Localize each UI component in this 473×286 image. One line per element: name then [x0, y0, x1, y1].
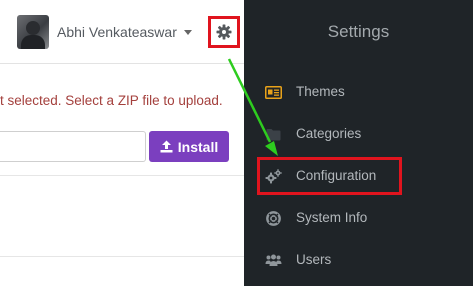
section-divider [0, 175, 244, 176]
settings-item-label: Categories [296, 126, 362, 141]
zip-file-input[interactable] [0, 131, 146, 162]
settings-panel: Settings Themes Categories Configuration… [244, 0, 473, 286]
user-avatar[interactable] [17, 15, 49, 49]
upload-icon [160, 140, 173, 153]
folder-icon [264, 126, 282, 142]
settings-panel-title: Settings [327, 22, 390, 41]
settings-gear-button[interactable] [208, 16, 240, 48]
settings-item-categories[interactable]: Categories [244, 116, 473, 152]
id-card-icon [264, 84, 282, 100]
settings-item-label: Users [296, 252, 332, 267]
users-icon [264, 252, 282, 268]
settings-item-label: System Info [296, 210, 368, 225]
install-button[interactable]: Install [149, 131, 229, 162]
top-navbar: Abhi Venkateaswar [0, 0, 244, 64]
install-label: Install [177, 138, 219, 155]
upload-error-message: t selected. Select a ZIP file to upload. [0, 93, 223, 108]
life-ring-icon [264, 210, 282, 226]
settings-item-users[interactable]: Users [244, 242, 473, 278]
chevron-down-icon[interactable] [184, 30, 192, 35]
username-label[interactable]: Abhi Venkateaswar [57, 24, 177, 40]
settings-item-system-info[interactable]: System Info [244, 200, 473, 236]
settings-item-themes[interactable]: Themes [244, 74, 473, 110]
section-divider [0, 256, 244, 257]
configuration-highlight-box [257, 157, 402, 195]
settings-item-label: Themes [296, 84, 345, 99]
gear-icon [216, 24, 232, 40]
main-content: Abhi Venkateaswar t selected. Select a Z… [0, 0, 244, 286]
